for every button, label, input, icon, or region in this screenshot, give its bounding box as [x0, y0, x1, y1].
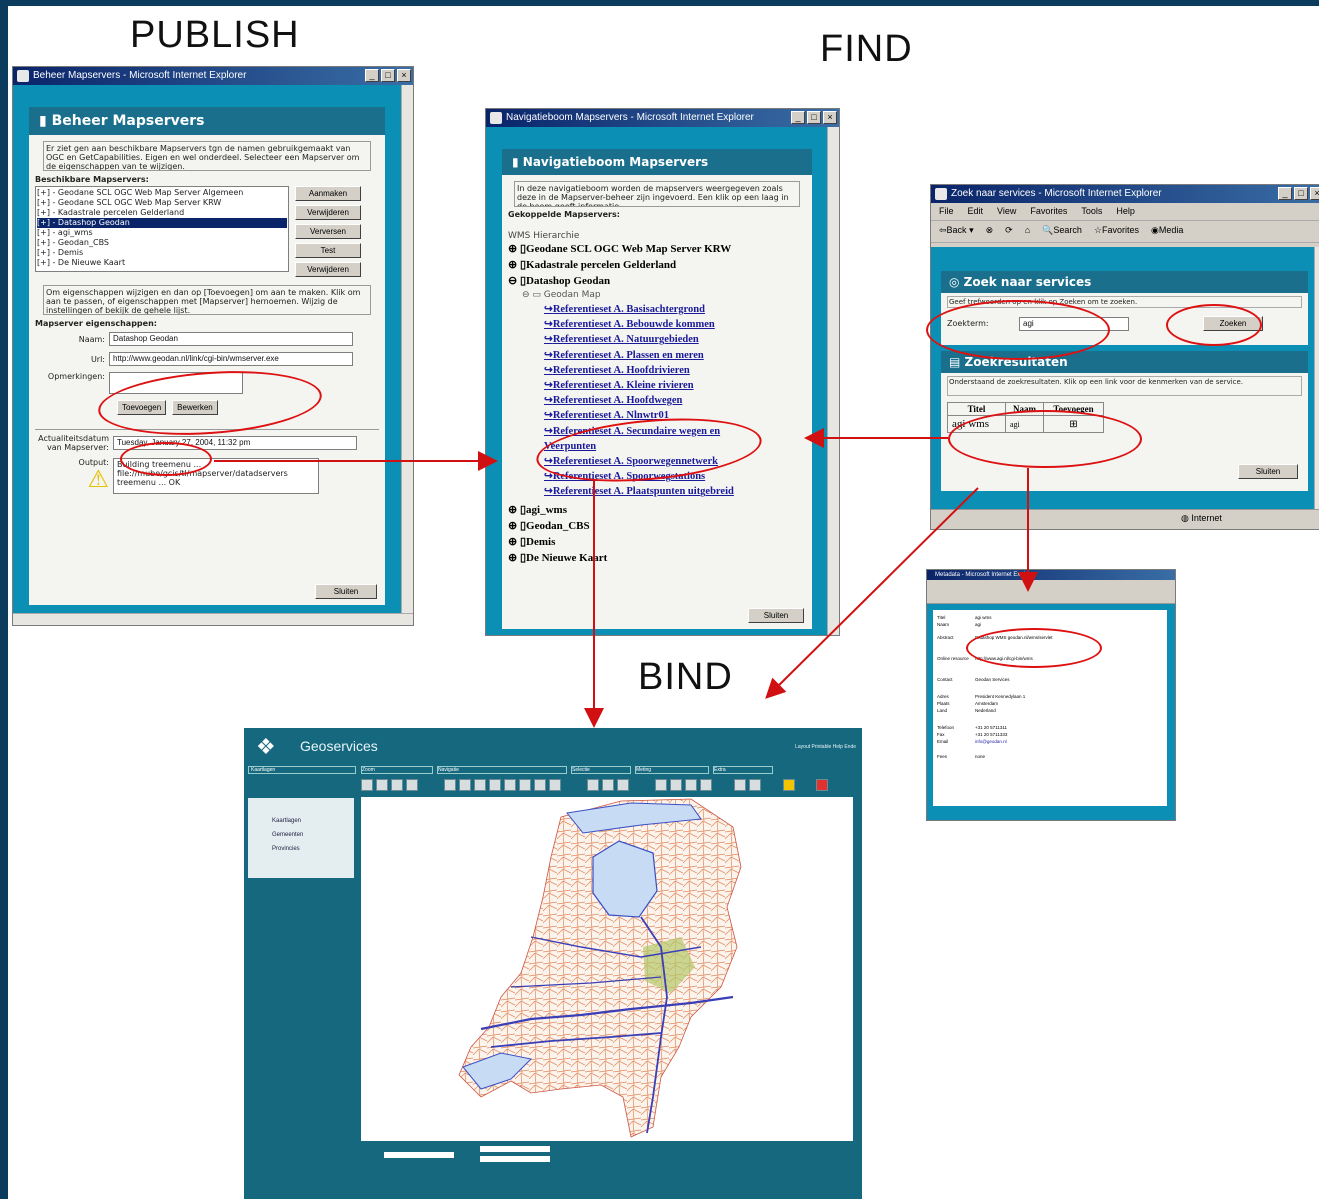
arrow-find-to-bind: [765, 487, 979, 699]
flow-arrows: [214, 428, 1038, 728]
slide-canvas: PUBLISH FIND BIND Beheer Mapservers - Mi…: [8, 6, 1319, 1199]
